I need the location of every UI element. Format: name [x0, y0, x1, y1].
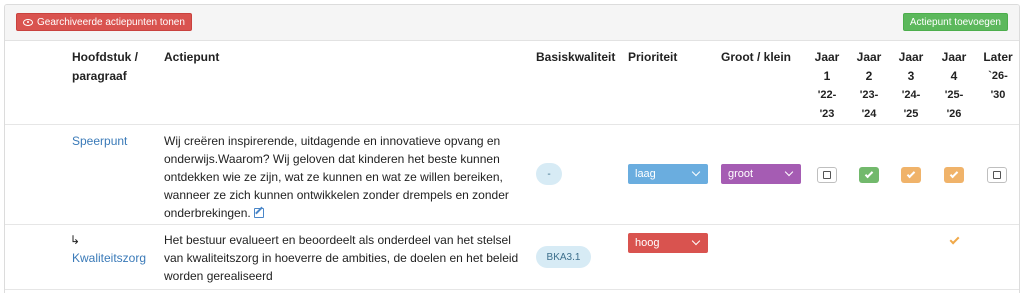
- row-2-priority-select[interactable]: hoog: [628, 233, 708, 253]
- chevron-down-icon: [784, 167, 794, 177]
- year-2-start: '23-: [859, 89, 879, 101]
- column-header-chapter-line2: paragraaf: [72, 69, 127, 83]
- row-1-text-line: Wij creëren inspirerende, uitdagende en …: [164, 134, 501, 148]
- row-divider: [5, 289, 1019, 290]
- year-3-label: Jaar: [898, 50, 924, 64]
- row-1-text-line: wanneer ze zich kunnen ontwikkelen zonde…: [164, 188, 509, 202]
- row-1-year-3-checkbox[interactable]: [901, 167, 921, 183]
- year-4-label: Jaar: [941, 50, 967, 64]
- column-header-quality: Basiskwaliteit: [536, 50, 616, 64]
- row-1-year-4-checkbox[interactable]: [944, 167, 964, 183]
- column-header-action: Actiepunt: [164, 50, 220, 64]
- checkbox-empty-icon: [993, 171, 1001, 179]
- row-1-size-value: groot: [728, 168, 754, 180]
- row-2-quality-badge: BKA3.1: [536, 246, 591, 268]
- show-archived-button[interactable]: Gearchiveerde actiepunten tonen: [16, 13, 192, 31]
- column-header-later: Later `26- '30: [979, 48, 1017, 105]
- row-1-year-2-checkbox[interactable]: [859, 167, 879, 183]
- show-archived-label: Gearchiveerde actiepunten tonen: [37, 16, 185, 28]
- year-2-end: '24: [861, 108, 877, 120]
- row-1-text-line: ontdekken wie ze zijn, wat ze kunnen en …: [164, 170, 503, 184]
- edit-icon[interactable]: [253, 208, 264, 218]
- column-header-year-1: Jaar 1 '22- '23: [811, 48, 843, 124]
- chevron-down-icon: [691, 167, 701, 177]
- check-icon: [864, 169, 874, 179]
- row-2-text-line: worden gerealiseerd: [164, 269, 273, 283]
- column-header-year-2: Jaar 2 '23- '24: [853, 48, 885, 124]
- row-2-action-text: Het bestuur evalueert en beoordeelt als …: [164, 231, 524, 285]
- add-action-point-label: Actiepunt toevoegen: [909, 16, 1001, 28]
- column-header-chapter-line1: Hoofdstuk /: [72, 50, 138, 64]
- row-1-text-line: onderwijs.Waarom? Wij geloven dat kinder…: [164, 152, 500, 166]
- year-4-number: 4: [950, 69, 958, 83]
- row-1-priority-select[interactable]: laag: [628, 164, 708, 184]
- checkbox-empty-icon: [823, 171, 831, 179]
- add-action-point-button[interactable]: Actiepunt toevoegen: [902, 13, 1008, 31]
- row-1-year-1-checkbox[interactable]: [817, 167, 837, 183]
- year-4-start: '25-: [944, 89, 964, 101]
- check-icon: [949, 169, 959, 179]
- year-1-end: '23: [819, 108, 835, 120]
- year-1-label: Jaar: [814, 50, 840, 64]
- row-1-quality-badge: -: [536, 163, 562, 185]
- row-2-year-4-check-icon: [949, 234, 960, 245]
- year-2-number: 2: [865, 69, 873, 83]
- row-1-chapter-link[interactable]: Speerpunt: [72, 132, 127, 150]
- year-3-start: '24-: [901, 89, 921, 101]
- year-1-number: 1: [823, 69, 831, 83]
- column-header-year-3: Jaar 3 '24- '25: [895, 48, 927, 124]
- later-end: '30: [990, 89, 1006, 101]
- column-header-year-4: Jaar 4 '25- '26: [938, 48, 970, 124]
- year-3-end: '25: [903, 108, 919, 120]
- row-1-priority-value: laag: [635, 168, 656, 180]
- chevron-down-icon: [691, 236, 701, 246]
- column-header-priority: Prioriteit: [628, 50, 678, 64]
- row-1-action-text: Wij creëren inspirerende, uitdagende en …: [164, 132, 524, 222]
- header-divider: [5, 124, 1019, 125]
- check-icon: [906, 169, 916, 179]
- action-points-panel: Gearchiveerde actiepunten tonen Actiepun…: [4, 4, 1020, 293]
- toolbar: Gearchiveerde actiepunten tonen Actiepun…: [5, 5, 1019, 41]
- row-2-text-line: Het bestuur evalueert en beoordeelt als …: [164, 233, 511, 247]
- row-2-priority-value: hoog: [635, 237, 660, 249]
- row-2-chapter-link[interactable]: Kwaliteitszorg: [72, 249, 146, 267]
- column-header-size: Groot / klein: [721, 50, 792, 64]
- later-start: `26-: [988, 70, 1008, 82]
- column-header-chapter: Hoofdstuk / paragraaf: [72, 48, 138, 86]
- row-divider: [5, 224, 1019, 225]
- year-1-start: '22-: [817, 89, 837, 101]
- row-1-text-line: onderbrekingen.: [164, 206, 251, 220]
- year-3-number: 3: [907, 69, 915, 83]
- later-label: Later: [983, 50, 1013, 64]
- subitem-arrow-icon: ↳: [70, 233, 81, 247]
- eye-icon: [23, 18, 33, 26]
- row-1-later-checkbox[interactable]: [987, 167, 1007, 183]
- row-2-text-line: van kwaliteitszorg in hoeverre de ambiti…: [164, 251, 519, 265]
- row-1-size-select[interactable]: groot: [721, 164, 801, 184]
- year-4-end: '26: [946, 108, 962, 120]
- year-2-label: Jaar: [856, 50, 882, 64]
